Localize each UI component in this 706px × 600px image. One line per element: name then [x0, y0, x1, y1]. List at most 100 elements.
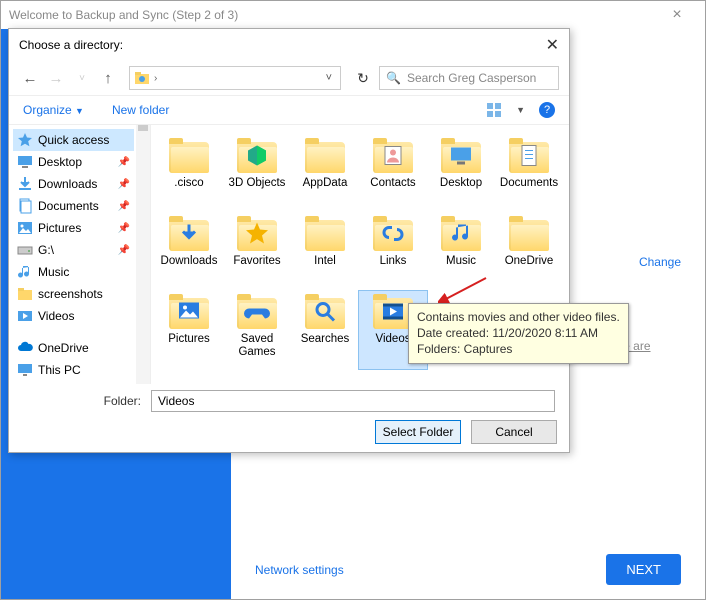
folder-icon — [371, 217, 415, 253]
folder-label: .cisco — [174, 177, 203, 190]
dialog-nav: ← → ˅ ↑ › ˅ ↻ 🔍 Search Greg Casperson — [9, 61, 569, 95]
nav-recent-icon[interactable]: ˅ — [71, 67, 93, 89]
folder-desktop[interactable]: Desktop — [427, 135, 495, 213]
folder-icon — [507, 217, 551, 253]
next-button[interactable]: NEXT — [606, 554, 681, 585]
folder-searches[interactable]: Searches — [291, 291, 359, 369]
tree-item-onedrive[interactable]: OneDrive — [13, 337, 134, 359]
folder-label: Videos — [376, 333, 411, 346]
drive-icon — [17, 242, 33, 258]
chevron-down-icon[interactable]: ▼ — [516, 105, 525, 115]
folder-icon — [439, 217, 483, 253]
organize-menu[interactable]: Organize ▼ — [23, 103, 84, 117]
folder-label: Intel — [314, 255, 336, 268]
tree-item-g-[interactable]: G:\📌 — [13, 239, 134, 261]
pin-icon: 📌 — [118, 223, 130, 234]
folder-icon — [507, 139, 551, 175]
folder-icon — [371, 139, 415, 175]
tree-item-label: Downloads — [38, 177, 113, 191]
folder-icon — [167, 217, 211, 253]
folder-label: Pictures — [168, 333, 210, 346]
videos-icon — [17, 308, 33, 324]
tree-item-desktop[interactable]: Desktop📌 — [13, 151, 134, 173]
folder-picker-dialog: Choose a directory: ✕ ← → ˅ ↑ › ˅ ↻ 🔍 Se… — [8, 28, 570, 453]
new-folder-button[interactable]: New folder — [112, 103, 169, 117]
folder-label: Folder: — [104, 394, 141, 408]
tree-item-label: Music — [38, 265, 130, 279]
folder--cisco[interactable]: .cisco — [155, 135, 223, 213]
nav-forward-icon[interactable]: → — [45, 67, 67, 89]
nav-tree: Quick accessDesktop📌Downloads📌Documents📌… — [9, 125, 151, 384]
folder-label: Favorites — [233, 255, 280, 268]
view-options-icon[interactable] — [486, 102, 502, 118]
folder-downloads[interactable]: Downloads — [155, 213, 223, 291]
videos-tooltip: Contains movies and other video files. D… — [408, 303, 629, 364]
tree-item-music[interactable]: Music — [13, 261, 134, 283]
folder-contacts[interactable]: Contacts — [359, 135, 427, 213]
music-icon — [17, 264, 33, 280]
annotation-arrow — [438, 276, 488, 306]
dialog-title: Choose a directory: — [19, 38, 123, 52]
desktop-icon — [17, 154, 33, 170]
nav-back-icon[interactable]: ← — [19, 67, 41, 89]
folder-saved-games[interactable]: Saved Games — [223, 291, 291, 369]
folder-links[interactable]: Links — [359, 213, 427, 291]
chevron-right-icon[interactable]: › — [154, 73, 157, 84]
folder-icon — [235, 217, 279, 253]
dialog-footer: Folder: Select Folder Cancel — [9, 384, 569, 452]
folder-input[interactable] — [151, 390, 555, 412]
dialog-toolbar: Organize ▼ New folder ▼ ? — [9, 95, 569, 125]
onedrive-icon — [17, 340, 33, 356]
tooltip-line-1: Contains movies and other video files. — [417, 309, 620, 325]
tree-item-quick-access[interactable]: Quick access — [13, 129, 134, 151]
desktop-overlay-icon — [448, 143, 474, 172]
refresh-icon[interactable]: ↻ — [351, 70, 375, 87]
tree-item-documents[interactable]: Documents📌 — [13, 195, 134, 217]
tree-item-pictures[interactable]: Pictures📌 — [13, 217, 134, 239]
folder-label: AppData — [303, 177, 348, 190]
tree-item-this-pc[interactable]: This PC — [13, 359, 134, 381]
close-icon[interactable]: × — [657, 6, 697, 24]
folder-icon — [303, 217, 347, 253]
cancel-button[interactable]: Cancel — [471, 420, 557, 444]
doc-overlay-icon — [516, 143, 542, 172]
breadcrumb-dropdown-icon[interactable]: ˅ — [322, 72, 336, 84]
folder-intel[interactable]: Intel — [291, 213, 359, 291]
folder-documents[interactable]: Documents — [495, 135, 563, 213]
star-overlay-icon — [244, 221, 270, 250]
tooltip-line-2: Date created: 11/20/2020 8:11 AM — [417, 325, 620, 341]
folder-label: OneDrive — [505, 255, 554, 268]
pin-icon: 📌 — [118, 201, 130, 212]
folder-favorites[interactable]: Favorites — [223, 213, 291, 291]
folder-icon — [303, 295, 347, 331]
network-settings-link[interactable]: Network settings — [255, 563, 344, 577]
folder-onedrive[interactable]: OneDrive — [495, 213, 563, 291]
close-icon[interactable]: ✕ — [529, 35, 559, 55]
backup-footer: Network settings NEXT — [231, 540, 705, 599]
select-folder-button[interactable]: Select Folder — [375, 420, 461, 444]
folder-appdata[interactable]: AppData — [291, 135, 359, 213]
search-input[interactable]: 🔍 Search Greg Casperson — [379, 66, 559, 90]
game-overlay-icon — [244, 299, 270, 328]
folder-icon — [439, 139, 483, 175]
folder-label: Music — [446, 255, 476, 268]
folder-label: Documents — [500, 177, 558, 190]
change-link[interactable]: Change — [639, 255, 681, 269]
user-folder-icon — [134, 70, 150, 86]
breadcrumb[interactable]: › ˅ — [129, 66, 341, 90]
folder-icon — [17, 286, 33, 302]
tree-item-screenshots[interactable]: screenshots — [13, 283, 134, 305]
help-icon[interactable]: ? — [539, 102, 555, 118]
music-overlay-icon — [448, 221, 474, 250]
tree-item-downloads[interactable]: Downloads📌 — [13, 173, 134, 195]
folder-3d-objects[interactable]: 3D Objects — [223, 135, 291, 213]
pc-icon — [17, 362, 33, 378]
pictures-icon — [17, 220, 33, 236]
dialog-buttons: Select Folder Cancel — [21, 420, 557, 444]
tree-item-label: screenshots — [38, 287, 130, 301]
folder-icon — [235, 139, 279, 175]
tree-item-videos[interactable]: Videos — [13, 305, 134, 327]
nav-up-icon[interactable]: ↑ — [97, 67, 119, 89]
folder-pictures[interactable]: Pictures — [155, 291, 223, 369]
folder-label: 3D Objects — [229, 177, 286, 190]
